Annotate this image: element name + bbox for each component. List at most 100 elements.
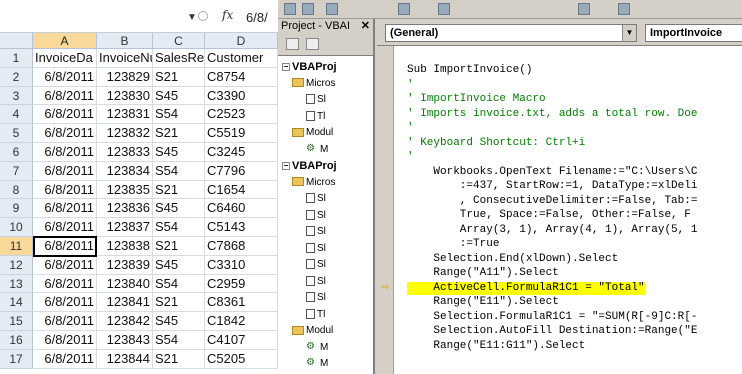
table-cell[interactable]: 6/8/2011 xyxy=(33,199,97,219)
header-cell[interactable]: Customer xyxy=(205,49,278,68)
row-header[interactable]: 13 xyxy=(0,274,33,294)
table-cell[interactable]: C8361 xyxy=(205,293,278,313)
table-cell[interactable]: 123834 xyxy=(97,161,153,181)
toolbar-button-icon[interactable] xyxy=(438,3,450,15)
table-cell[interactable]: 123842 xyxy=(97,312,153,331)
header-cell[interactable]: InvoiceDa xyxy=(33,49,97,68)
table-cell[interactable]: 123829 xyxy=(97,67,153,87)
column-header-b[interactable]: B xyxy=(97,33,153,49)
table-cell[interactable]: S54 xyxy=(153,331,205,350)
table-cell[interactable]: 123830 xyxy=(97,86,153,106)
table-cell[interactable]: 6/8/2011 xyxy=(33,312,97,331)
tree-item[interactable]: ⚙ M xyxy=(306,341,328,354)
row-header[interactable]: 5 xyxy=(0,124,33,143)
table-cell[interactable]: 6/8/2011 xyxy=(33,274,97,294)
table-cell[interactable]: S54 xyxy=(153,105,205,125)
code-line[interactable]: Selection.AutoFill Destination:=Range("E xyxy=(407,325,697,338)
worksheet-grid[interactable]: ABCD 1InvoiceDaInvoiceNuSalesRepCustomer 2… xyxy=(0,33,278,374)
table-cell[interactable]: C5519 xyxy=(205,124,278,143)
table-cell[interactable]: 6/8/2011 xyxy=(33,105,97,125)
code-line[interactable]: ' xyxy=(407,151,414,164)
tree-item[interactable]: ⚙ M xyxy=(306,358,328,370)
tree-item[interactable]: Sl xyxy=(306,193,326,205)
table-cell[interactable]: S21 xyxy=(153,237,205,256)
tree-item[interactable]: Sl xyxy=(306,94,326,106)
tree-item[interactable]: Tl xyxy=(306,111,325,123)
code-line[interactable]: ' ImportInvoice Macro xyxy=(407,93,546,106)
tree-item[interactable]: Modul xyxy=(292,127,333,139)
table-cell[interactable]: S54 xyxy=(153,218,205,237)
toolbar-button-icon[interactable] xyxy=(618,3,630,15)
row-header[interactable]: 3 xyxy=(0,86,33,106)
row-header[interactable]: 4 xyxy=(0,105,33,125)
tree-item[interactable]: Sl xyxy=(306,243,326,255)
column-header-a[interactable]: A xyxy=(33,33,97,49)
table-cell[interactable]: S45 xyxy=(153,143,205,162)
code-line[interactable]: Sub ImportInvoice() xyxy=(407,64,532,77)
code-line[interactable]: ActiveCell.FormulaR1C1 = "Total" xyxy=(407,281,645,295)
table-cell[interactable]: 123839 xyxy=(97,255,153,275)
table-cell[interactable]: 6/8/2011 xyxy=(33,349,97,369)
code-editor[interactable]: ⇨ Sub ImportInvoice() ' ' ImportInvoice Ma… xyxy=(377,45,742,374)
code-line[interactable]: , ConsecutiveDelimiter:=False, Tab:= xyxy=(407,195,698,208)
row-header[interactable]: 8 xyxy=(0,180,33,200)
table-cell[interactable]: C4107 xyxy=(205,331,278,350)
table-cell[interactable]: 123840 xyxy=(97,274,153,294)
table-cell[interactable]: S54 xyxy=(153,274,205,294)
table-cell[interactable]: 123832 xyxy=(97,124,153,143)
row-header[interactable]: 17 xyxy=(0,349,33,369)
view-object-icon[interactable] xyxy=(306,38,319,50)
fx-icon[interactable]: fx xyxy=(222,8,233,22)
row-header[interactable]: 9 xyxy=(0,199,33,219)
code-line[interactable]: ' xyxy=(407,122,414,135)
table-cell[interactable]: 123844 xyxy=(97,349,153,369)
table-cell[interactable]: 6/8/2011 xyxy=(33,124,97,143)
table-cell[interactable]: 123835 xyxy=(97,180,153,200)
toolbar-button-icon[interactable] xyxy=(398,3,410,15)
table-cell[interactable]: S45 xyxy=(153,199,205,219)
row-header[interactable]: 12 xyxy=(0,255,33,275)
row-header[interactable]: 1 xyxy=(0,49,33,68)
toolbar-button-icon[interactable] xyxy=(326,3,338,15)
table-cell[interactable]: 123833 xyxy=(97,143,153,162)
code-line[interactable]: Workbooks.OpenText Filename:="C:\Users\C xyxy=(407,166,697,179)
code-line[interactable]: Range("E11:G11").Select xyxy=(407,340,585,353)
tree-item[interactable]: Sl xyxy=(306,226,326,238)
row-header[interactable]: 2 xyxy=(0,67,33,87)
code-line[interactable]: :=437, StartRow:=1, DataType:=xlDeli xyxy=(407,180,698,193)
code-line[interactable]: ' Imports invoice.txt, adds a total row.… xyxy=(407,108,697,121)
header-cell[interactable]: InvoiceNu xyxy=(97,49,153,68)
table-cell[interactable]: C8754 xyxy=(205,67,278,87)
margin-indicator-bar[interactable] xyxy=(377,46,394,374)
table-cell[interactable]: C2959 xyxy=(205,274,278,294)
table-cell[interactable]: S45 xyxy=(153,86,205,106)
table-cell[interactable]: 6/8/2011 xyxy=(33,218,97,237)
table-cell[interactable]: C2523 xyxy=(205,105,278,125)
code-line[interactable]: Selection.FormulaR1C1 = "=SUM(R[-9]C:R[- xyxy=(407,311,697,324)
table-cell[interactable]: S45 xyxy=(153,255,205,275)
table-cell[interactable]: C1654 xyxy=(205,180,278,200)
table-cell[interactable]: S45 xyxy=(153,312,205,331)
table-cell[interactable]: C3310 xyxy=(205,255,278,275)
code-line[interactable]: Array(3, 1), Array(4, 1), Array(5, 1 xyxy=(407,224,698,237)
header-cell[interactable]: SalesRep xyxy=(153,49,205,68)
table-cell[interactable]: 123841 xyxy=(97,293,153,313)
code-line[interactable]: Selection.End(xlDown).Select xyxy=(407,253,618,266)
tree-item[interactable]: Sl xyxy=(306,276,326,288)
row-header[interactable]: 15 xyxy=(0,312,33,331)
row-header[interactable]: 7 xyxy=(0,161,33,181)
table-cell[interactable]: C6460 xyxy=(205,199,278,219)
formula-input[interactable]: 6/8/ xyxy=(246,10,268,25)
table-cell[interactable]: C5143 xyxy=(205,218,278,237)
table-cell[interactable]: C1842 xyxy=(205,312,278,331)
table-cell[interactable]: 6/8/2011 xyxy=(33,143,97,162)
name-box-dropdown-icon[interactable]: ▼ xyxy=(187,12,197,23)
table-cell[interactable]: 6/8/2011 xyxy=(33,293,97,313)
toolbar-button-icon[interactable] xyxy=(284,3,296,15)
table-cell[interactable]: 123836 xyxy=(97,199,153,219)
table-cell[interactable]: 6/8/2011 xyxy=(33,86,97,106)
table-cell[interactable]: S21 xyxy=(153,124,205,143)
tree-item[interactable]: Micros xyxy=(292,177,335,189)
table-cell[interactable]: 123838 xyxy=(97,237,153,256)
code-line[interactable]: ' Keyboard Shortcut: Ctrl+i xyxy=(407,137,585,150)
